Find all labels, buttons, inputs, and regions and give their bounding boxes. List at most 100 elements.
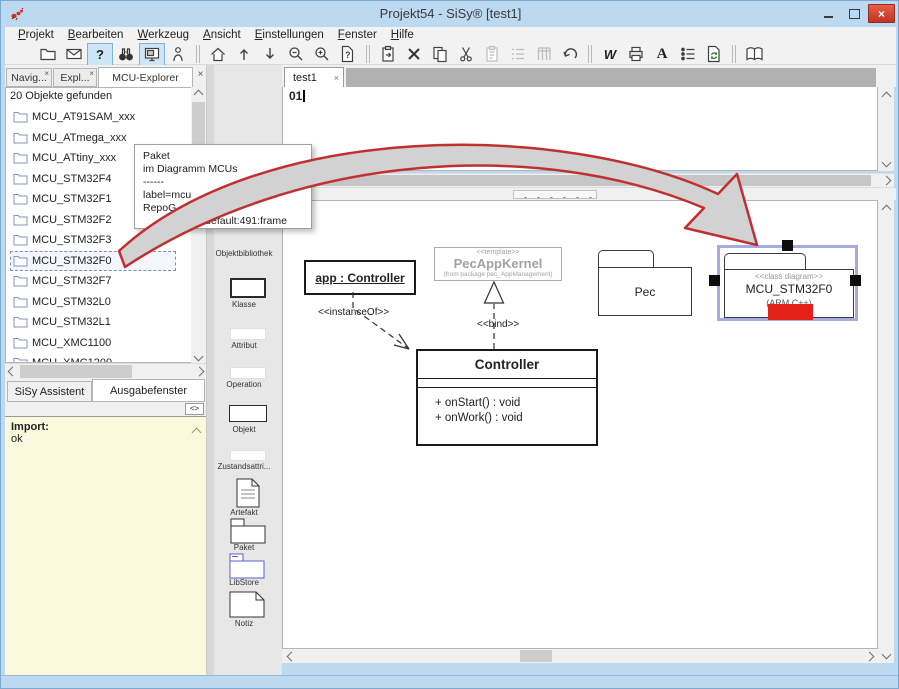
chevron-left-icon[interactable] — [286, 651, 296, 661]
new-document-button[interactable] — [9, 43, 35, 66]
cut-button[interactable] — [453, 43, 479, 66]
document-help-button[interactable]: ? — [335, 43, 361, 66]
menu-projekt[interactable]: Projekt — [11, 28, 61, 42]
tree-item[interactable]: MCU_XMC1200 — [10, 353, 176, 363]
code-editor-pane[interactable]: 01 — [282, 87, 878, 171]
expand-output-button[interactable]: <> — [185, 403, 204, 415]
manual-button[interactable] — [741, 43, 767, 66]
close-button[interactable]: × — [868, 4, 895, 23]
title-bar[interactable]: Projekt54 - SiSy® [test1] × — [1, 1, 899, 27]
font-button[interactable]: A — [649, 43, 675, 66]
tree-item[interactable]: MCU_STM32F7 — [10, 271, 176, 292]
pec-package[interactable]: Pec — [598, 267, 692, 316]
tree-item[interactable]: MCU_XMC1100 — [10, 333, 176, 354]
tree-item[interactable]: MCU_AT91SAM_xxx — [10, 107, 176, 128]
close-tab-icon[interactable]: × — [44, 69, 49, 78]
menu-fenster[interactable]: Fenster — [331, 28, 384, 42]
chevron-up-icon[interactable] — [194, 89, 204, 99]
tab-test1[interactable]: test1 × — [284, 67, 344, 87]
chevron-right-icon[interactable] — [194, 367, 204, 377]
menu-einstellungen[interactable]: Einstellungen — [248, 28, 331, 42]
diagram-view-button[interactable] — [139, 43, 165, 66]
menu-ansicht[interactable]: Ansicht — [196, 28, 248, 42]
maximize-button[interactable] — [842, 4, 866, 23]
open-project-button[interactable] — [35, 43, 61, 66]
diagram-vscrollbar[interactable] — [878, 200, 894, 663]
navigate-up-button[interactable] — [231, 43, 257, 66]
scroll-thumb[interactable] — [285, 175, 871, 186]
palette-item-label: Artefakt — [206, 508, 282, 517]
print-button[interactable] — [623, 43, 649, 66]
table-view-button[interactable] — [531, 43, 557, 66]
navigate-down-button[interactable] — [257, 43, 283, 66]
tree-item[interactable]: MCU_STM32L1 — [10, 312, 176, 333]
chevron-up-icon[interactable] — [881, 204, 891, 214]
list-view-button[interactable] — [505, 43, 531, 66]
paste-import-button[interactable] — [375, 43, 401, 66]
help-button[interactable]: ? — [87, 43, 113, 66]
chevron-right-icon[interactable] — [881, 176, 891, 186]
selection-handle-left[interactable] — [709, 275, 720, 286]
editor-hscrollbar[interactable] — [282, 173, 894, 188]
minimize-button[interactable] — [816, 4, 840, 23]
tab-navigation[interactable]: Navig... × — [6, 68, 52, 87]
palette-item-klasse[interactable] — [230, 278, 266, 298]
tree-item-label: MCU_ATtiny_xxx — [32, 152, 116, 164]
tab-explorer[interactable]: Expl... × — [53, 68, 97, 87]
tooltip-line: Eintrag:default:491:frame — [143, 215, 303, 228]
tab-label: Expl... — [60, 72, 89, 84]
output-window[interactable]: Import: ok — [5, 416, 206, 675]
word-export-button[interactable]: W — [597, 43, 623, 66]
copy-button[interactable] — [427, 43, 453, 66]
editor-vscrollbar[interactable] — [878, 87, 894, 171]
zoom-in-button[interactable] — [309, 43, 335, 66]
chevron-down-icon[interactable] — [881, 649, 891, 659]
menu-hilfe[interactable]: Hilfe — [384, 28, 421, 42]
mail-button[interactable] — [61, 43, 87, 66]
palette-item-attribut[interactable] — [230, 328, 266, 340]
bullet-list-button[interactable] — [675, 43, 701, 66]
selection-handle-right[interactable] — [850, 275, 861, 286]
object-info-button[interactable] — [165, 43, 191, 66]
template-name: PecAppKernel — [435, 257, 561, 270]
tree-hscrollbar[interactable] — [5, 363, 206, 378]
output-import-label: Import: — [11, 421, 200, 433]
palette-item-zustandsattribut[interactable] — [230, 450, 266, 461]
menu-werkzeug[interactable]: Werkzeug — [130, 28, 196, 42]
tree-item[interactable]: MCU_STM32F3 — [10, 230, 176, 251]
palette-item-label: Klasse — [206, 300, 282, 309]
chevron-left-icon[interactable] — [7, 367, 17, 377]
tab-mcu-explorer[interactable]: MCU-Explorer — [98, 67, 193, 88]
tree-item[interactable]: MCU_STM32L0 — [10, 292, 176, 313]
scroll-thumb[interactable] — [20, 365, 132, 378]
close-panel-icon[interactable]: × — [195, 69, 206, 80]
close-tab-icon[interactable]: × — [89, 69, 94, 78]
palette-item-operation[interactable] — [230, 367, 266, 379]
close-tab-icon[interactable]: × — [334, 73, 339, 83]
chevron-up-icon[interactable] — [881, 91, 891, 101]
uml-class-box[interactable]: Controller + onStart() : void + onWork()… — [416, 349, 598, 446]
selection-handle-top[interactable] — [782, 240, 793, 251]
diagram-hscrollbar[interactable] — [282, 649, 878, 663]
splitter-grip[interactable] — [513, 190, 597, 199]
delete-button[interactable] — [401, 43, 427, 66]
tree-item-selected[interactable]: MCU_STM32F0 — [10, 251, 176, 272]
scroll-thumb[interactable] — [520, 650, 552, 662]
uml-template-box[interactable]: <<template>> PecAppKernel (from package … — [434, 247, 562, 281]
class-operation: + onStart() : void — [435, 396, 596, 411]
home-button[interactable] — [205, 43, 231, 66]
chevron-down-icon[interactable] — [194, 351, 204, 361]
chevron-down-icon[interactable] — [881, 157, 891, 167]
zoom-out-button[interactable] — [283, 43, 309, 66]
uml-instance-box[interactable]: app : Controller — [304, 260, 416, 295]
undo-button[interactable] — [557, 43, 583, 66]
refresh-document-button[interactable] — [701, 43, 727, 66]
paste-button[interactable] — [479, 43, 505, 66]
folder-icon — [13, 132, 28, 144]
menu-bearbeiten[interactable]: Bearbeiten — [61, 28, 131, 42]
tab-ausgabefenster[interactable]: Ausgabefenster — [92, 379, 205, 402]
palette-item-objekt[interactable] — [229, 405, 267, 422]
chevron-right-icon[interactable] — [864, 651, 874, 661]
tab-sisy-assistent[interactable]: SiSy Assistent — [7, 381, 92, 402]
search-button[interactable] — [113, 43, 139, 66]
